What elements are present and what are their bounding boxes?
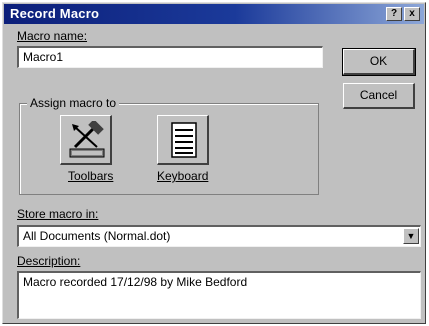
ok-button[interactable]: OK bbox=[342, 48, 416, 76]
title-bar[interactable]: Record Macro ? x bbox=[4, 4, 424, 24]
close-button[interactable]: x bbox=[404, 7, 420, 21]
keyboard-icon bbox=[171, 122, 197, 158]
toolbars-label: Toolbars bbox=[68, 169, 114, 183]
macro-name-label: Macro name: bbox=[17, 29, 88, 43]
description-label: Description: bbox=[17, 254, 81, 268]
description-textarea[interactable]: Macro recorded 17/12/98 by Mike Bedford bbox=[17, 271, 421, 319]
toolbars-button[interactable] bbox=[60, 115, 112, 165]
store-macro-label: Store macro in: bbox=[17, 207, 99, 221]
toolbars-icon bbox=[69, 121, 105, 158]
record-macro-dialog: Record Macro ? x Macro name: Macro1 OK C… bbox=[2, 2, 426, 324]
cancel-button[interactable]: Cancel bbox=[343, 83, 415, 109]
keyboard-button[interactable] bbox=[157, 115, 209, 165]
help-button[interactable]: ? bbox=[386, 7, 402, 21]
dropdown-arrow-icon[interactable]: ▼ bbox=[403, 228, 419, 244]
keyboard-label: Keyboard bbox=[157, 169, 209, 183]
store-macro-value: All Documents (Normal.dot) bbox=[23, 229, 171, 243]
window-title: Record Macro bbox=[10, 6, 100, 21]
macro-name-input[interactable]: Macro1 bbox=[17, 46, 323, 68]
assign-macro-legend: Assign macro to bbox=[27, 96, 120, 110]
store-macro-select[interactable]: All Documents (Normal.dot) ▼ bbox=[17, 225, 421, 247]
